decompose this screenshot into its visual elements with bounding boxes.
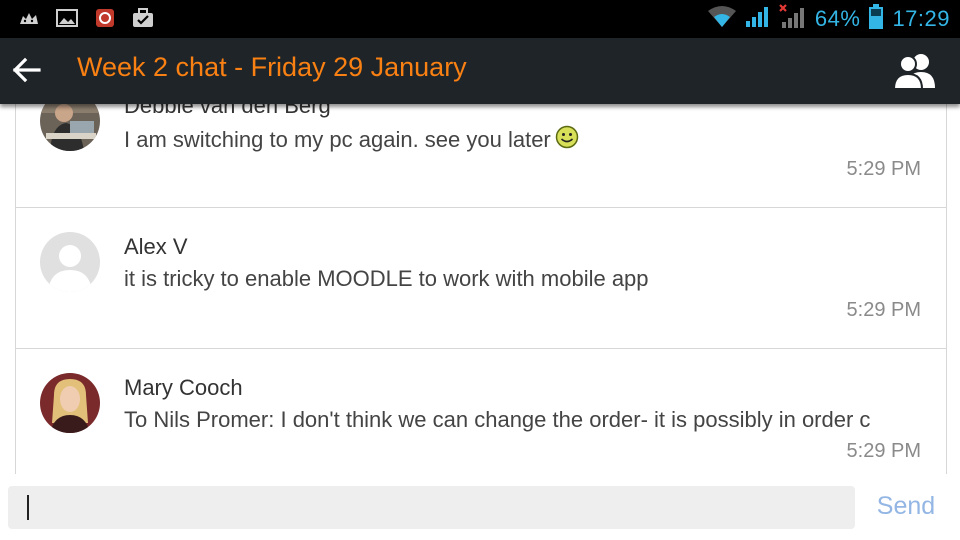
message-author: Mary Cooch <box>124 375 243 400</box>
arrow-left-icon <box>12 57 41 83</box>
action-bar: Week 2 chat - Friday 29 January <box>0 38 960 104</box>
chat-message: Alex V it is tricky to enable MOODLE to … <box>16 208 946 349</box>
message-text: To Nils Promer: I don't think we can cha… <box>124 407 871 432</box>
text-cursor <box>27 495 29 520</box>
message-time: 5:29 PM <box>846 440 921 462</box>
wifi-icon <box>707 5 737 33</box>
participants-button[interactable] <box>892 51 938 91</box>
battery-icon <box>868 4 884 34</box>
default-user-icon <box>40 232 100 292</box>
avatar-photo <box>40 104 100 151</box>
message-text: it is tricky to enable MOODLE to work wi… <box>124 266 649 291</box>
system-indicators: 64% 17:29 <box>707 4 950 34</box>
clock: 17:29 <box>892 6 950 31</box>
send-button[interactable]: Send <box>868 492 944 521</box>
message-list[interactable]: Debbie van den Berg I am switching to my… <box>15 104 947 474</box>
message-time: 5:29 PM <box>846 299 921 321</box>
message-composer: Send <box>0 476 960 540</box>
cat-notification-icon <box>18 8 40 28</box>
participants-icon <box>893 54 935 90</box>
battery-percent: 64% <box>814 6 861 31</box>
image-icon <box>56 8 78 28</box>
user-avatar[interactable] <box>40 232 100 292</box>
back-button[interactable] <box>8 52 44 88</box>
page-title: Week 2 chat - Friday 29 January <box>77 52 467 82</box>
signal-icon <box>745 5 771 33</box>
message-time: 5:29 PM <box>846 158 921 180</box>
app-notification-icon <box>94 8 116 28</box>
briefcase-check-icon <box>132 8 154 28</box>
avatar-photo <box>40 373 100 433</box>
message-text-content: I am switching to my pc again. see you l… <box>124 127 551 152</box>
user-avatar[interactable] <box>40 373 100 433</box>
message-author: Alex V <box>124 234 188 259</box>
chat-message: Mary Cooch To Nils Promer: I don't think… <box>16 349 946 474</box>
smiley-icon <box>555 125 579 155</box>
message-text: I am switching to my pc again. see you l… <box>124 125 946 155</box>
user-avatar[interactable] <box>40 104 100 151</box>
no-signal-icon <box>779 4 807 34</box>
chat-message: Debbie van den Berg I am switching to my… <box>16 104 946 208</box>
status-bar: 64% 17:29 <box>0 0 960 38</box>
notification-icons <box>18 8 154 28</box>
message-input[interactable] <box>8 486 855 529</box>
message-author: Debbie van den Berg <box>124 104 331 118</box>
